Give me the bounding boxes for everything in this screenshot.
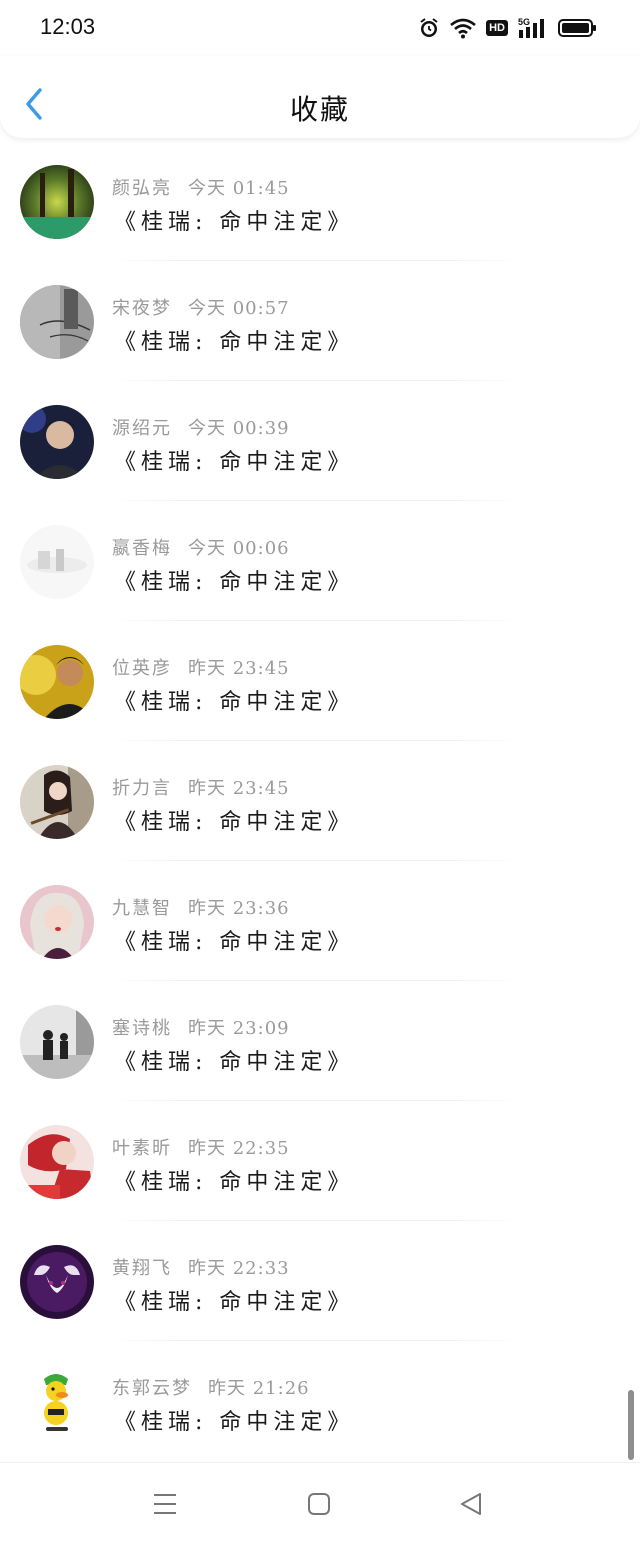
avatar <box>20 525 94 599</box>
avatar <box>20 165 94 239</box>
user-name: 宋夜梦 <box>112 298 172 319</box>
item-title: 《桂瑞: 命中注定》 <box>114 570 355 595</box>
user-name: 颜弘亮 <box>112 178 172 199</box>
5g-signal-icon: 5G <box>518 16 548 40</box>
user-name: 东郭云梦 <box>112 1378 192 1399</box>
item-time: 昨天 22:35 <box>188 1138 290 1159</box>
user-name: 九慧智 <box>112 898 172 919</box>
system-nav-bar <box>0 1462 640 1541</box>
user-name: 黄翔飞 <box>112 1258 172 1279</box>
item-meta: 黄翔飞 昨天 22:33 <box>112 1254 290 1280</box>
user-name: 折力言 <box>112 778 172 799</box>
list-item[interactable]: 九慧智 昨天 23:36 《桂瑞: 命中注定》 <box>0 860 640 981</box>
item-time: 昨天 22:33 <box>188 1258 290 1279</box>
item-title: 《桂瑞: 命中注定》 <box>114 1050 355 1075</box>
item-meta: 位英彦 昨天 23:45 <box>112 654 290 680</box>
status-bar: 12:03 HD 5G <box>0 0 640 56</box>
item-title: 《桂瑞: 命中注定》 <box>114 930 355 955</box>
avatar <box>20 1005 94 1079</box>
item-time: 今天 01:45 <box>188 178 290 199</box>
item-time: 今天 00:06 <box>188 538 290 559</box>
avatar <box>20 765 94 839</box>
net-label: 5G <box>518 17 530 27</box>
item-title: 《桂瑞: 命中注定》 <box>114 810 355 835</box>
menu-button[interactable] <box>148 1487 182 1521</box>
back-triangle-icon <box>461 1493 481 1515</box>
scrollbar[interactable] <box>628 1390 634 1460</box>
page-title: 收藏 <box>289 93 350 126</box>
avatar <box>20 1245 94 1319</box>
list-item[interactable]: 东郭云梦 昨天 21:26 《桂瑞: 命中注定》 <box>0 1340 640 1460</box>
home-icon <box>308 1493 330 1515</box>
avatar <box>20 885 94 959</box>
list-item[interactable]: 位英彦 昨天 23:45 《桂瑞: 命中注定》 <box>0 620 640 741</box>
item-meta: 颜弘亮 今天 01:45 <box>112 174 290 200</box>
item-time: 今天 00:39 <box>188 418 290 439</box>
item-title: 《桂瑞: 命中注定》 <box>114 330 355 355</box>
item-meta: 源绍元 今天 00:39 <box>112 414 290 440</box>
favorites-list: 颜弘亮 今天 01:45 《桂瑞: 命中注定》 宋夜梦 今天 00:57 《桂瑞: … <box>0 140 640 1460</box>
list-item[interactable]: 塞诗桃 昨天 23:09 《桂瑞: 命中注定》 <box>0 980 640 1101</box>
user-name: 源绍元 <box>112 418 172 439</box>
avatar <box>20 405 94 479</box>
header-bar: 收藏 <box>0 56 640 138</box>
avatar <box>20 645 94 719</box>
item-title: 《桂瑞: 命中注定》 <box>114 1290 355 1315</box>
list-item[interactable]: 折力言 昨天 23:45 《桂瑞: 命中注定》 <box>0 740 640 861</box>
home-button[interactable] <box>302 1487 336 1521</box>
item-time: 昨天 23:09 <box>188 1018 290 1039</box>
item-time: 昨天 23:36 <box>188 898 290 919</box>
user-name: 嬴香梅 <box>112 538 172 559</box>
item-time: 昨天 23:45 <box>188 778 290 799</box>
menu-icon <box>154 1494 176 1514</box>
item-title: 《桂瑞: 命中注定》 <box>114 450 355 475</box>
item-meta: 东郭云梦 昨天 21:26 <box>112 1374 310 1400</box>
wifi-icon <box>450 17 476 39</box>
item-meta: 嬴香梅 今天 00:06 <box>112 534 290 560</box>
list-item[interactable]: 源绍元 今天 00:39 《桂瑞: 命中注定》 <box>0 380 640 501</box>
item-meta: 塞诗桃 昨天 23:09 <box>112 1014 290 1040</box>
item-title: 《桂瑞: 命中注定》 <box>114 1170 355 1195</box>
item-title: 《桂瑞: 命中注定》 <box>114 210 355 235</box>
item-title: 《桂瑞: 命中注定》 <box>114 1410 355 1435</box>
back-nav-button[interactable] <box>454 1487 488 1521</box>
user-name: 塞诗桃 <box>112 1018 172 1039</box>
item-meta: 九慧智 昨天 23:36 <box>112 894 290 920</box>
item-meta: 叶素昕 昨天 22:35 <box>112 1134 290 1160</box>
item-time: 今天 00:57 <box>188 298 290 319</box>
item-meta: 折力言 昨天 23:45 <box>112 774 290 800</box>
item-time: 昨天 21:26 <box>208 1378 310 1399</box>
list-item[interactable]: 黄翔飞 昨天 22:33 《桂瑞: 命中注定》 <box>0 1220 640 1341</box>
avatar <box>20 1365 94 1439</box>
list-item[interactable]: 叶素昕 昨天 22:35 《桂瑞: 命中注定》 <box>0 1100 640 1221</box>
avatar <box>20 1125 94 1199</box>
status-time: 12:03 <box>40 14 96 39</box>
status-icons: HD 5G <box>418 16 598 40</box>
item-time: 昨天 23:45 <box>188 658 290 679</box>
battery-icon <box>558 17 598 39</box>
list-item[interactable]: 宋夜梦 今天 00:57 《桂瑞: 命中注定》 <box>0 260 640 381</box>
list-item[interactable]: 颜弘亮 今天 01:45 《桂瑞: 命中注定》 <box>0 140 640 261</box>
list-item[interactable]: 嬴香梅 今天 00:06 《桂瑞: 命中注定》 <box>0 500 640 621</box>
item-meta: 宋夜梦 今天 00:57 <box>112 294 290 320</box>
avatar <box>20 285 94 359</box>
hd-badge: HD <box>486 20 508 36</box>
item-title: 《桂瑞: 命中注定》 <box>114 690 355 715</box>
user-name: 叶素昕 <box>112 1138 172 1159</box>
user-name: 位英彦 <box>112 658 172 679</box>
alarm-icon <box>418 17 440 39</box>
